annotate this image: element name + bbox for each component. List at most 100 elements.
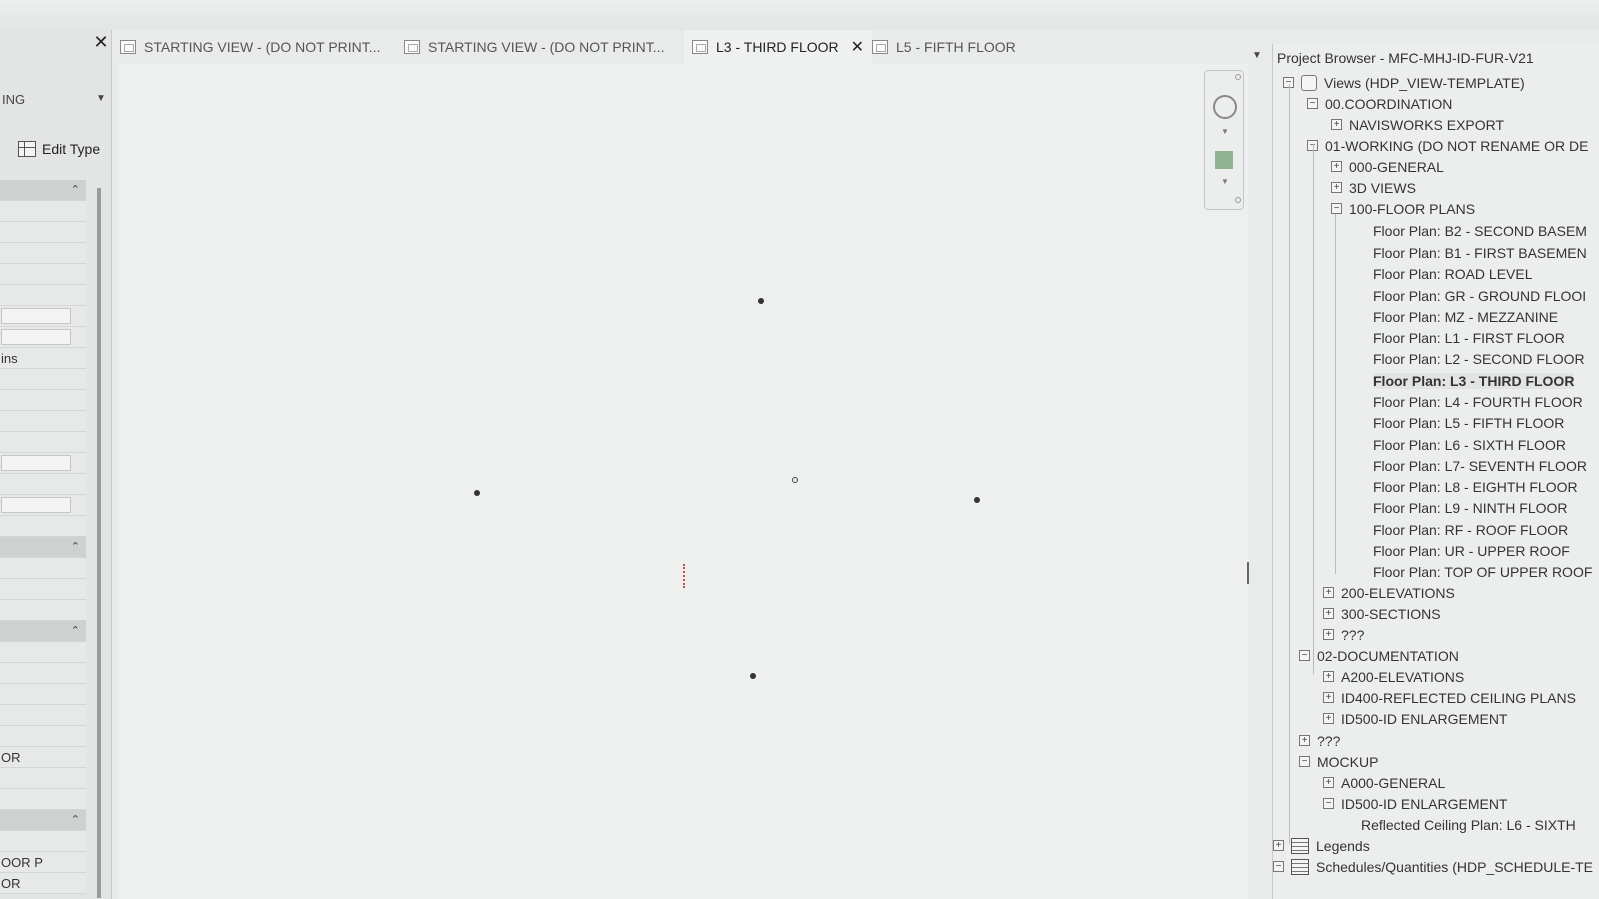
property-row[interactable] [0, 789, 86, 810]
expand-icon[interactable]: + [1323, 777, 1334, 788]
property-row[interactable] [0, 642, 86, 663]
tree-item[interactable]: + ID400-REFLECTED CEILING PLANS [1323, 687, 1576, 708]
property-row[interactable] [0, 495, 86, 516]
expand-icon[interactable]: + [1331, 161, 1342, 172]
property-row[interactable] [0, 516, 86, 537]
property-row[interactable]: OOR P [0, 852, 86, 873]
expand-icon[interactable]: + [1323, 692, 1334, 703]
tree-item[interactable]: Reflected Ceiling Plan: L6 - SIXTH [1361, 814, 1576, 835]
tab-l5-fifth-floor[interactable]: L5 - FIFTH FLOOR [872, 30, 1016, 64]
tree-item[interactable]: − ID500-ID ENLARGEMENT [1323, 793, 1507, 814]
close-icon[interactable]: ✕ [92, 32, 110, 53]
property-row[interactable] [0, 327, 86, 348]
property-row[interactable] [0, 831, 86, 852]
expand-icon[interactable]: + [1273, 840, 1284, 851]
element-marker[interactable] [758, 298, 764, 304]
tree-item[interactable]: − MOCKUP [1299, 751, 1378, 772]
property-row[interactable]: OR [0, 873, 86, 894]
tree-item[interactable]: + A000-GENERAL [1323, 772, 1445, 793]
expand-icon[interactable]: + [1323, 587, 1334, 598]
property-row[interactable] [0, 663, 86, 684]
tree-item[interactable]: Floor Plan: UR - UPPER ROOF [1373, 540, 1570, 561]
tree-item[interactable]: Floor Plan: L8 - EIGHTH FLOOR [1373, 476, 1578, 497]
tab-starting-view-2[interactable]: STARTING VIEW - (DO NOT PRINT... [404, 30, 664, 64]
property-row[interactable] [0, 684, 86, 705]
tree-item[interactable]: Floor Plan: L9 - NINTH FLOOR [1373, 497, 1568, 518]
expand-icon[interactable]: + [1323, 671, 1334, 682]
tree-item[interactable]: − Schedules/Quantities (HDP_SCHEDULE-TE [1273, 856, 1593, 877]
expand-icon[interactable]: + [1331, 119, 1342, 130]
tree-item[interactable]: Floor Plan: B1 - FIRST BASEMEN [1373, 242, 1587, 263]
property-row[interactable] [0, 201, 86, 222]
property-group-header[interactable]: ⌃ [0, 810, 86, 831]
tree-item[interactable]: Floor Plan: RF - ROOF FLOOR [1373, 519, 1568, 540]
expand-icon[interactable]: + [1323, 629, 1334, 640]
collapse-icon[interactable]: ⌃ [71, 621, 80, 641]
tree-item[interactable]: −01-WORKING (DO NOT RENAME OR DE [1307, 135, 1588, 156]
tab-l3-third-floor[interactable]: L3 - THIRD FLOOR ✕ [684, 30, 873, 64]
property-row[interactable]: ins [0, 348, 86, 369]
property-row[interactable] [0, 453, 86, 474]
element-marker[interactable] [750, 673, 756, 679]
tree-item[interactable]: + NAVISWORKS EXPORT [1331, 114, 1504, 135]
property-row[interactable] [0, 600, 86, 621]
properties-scrollbar[interactable] [97, 188, 101, 898]
tree-item[interactable]: Floor Plan: MZ - MEZZANINE [1373, 306, 1558, 327]
collapse-icon[interactable]: − [1299, 650, 1310, 661]
property-row[interactable] [0, 705, 86, 726]
property-row[interactable] [0, 264, 86, 285]
property-value-field[interactable] [1, 455, 71, 471]
property-row[interactable] [0, 558, 86, 579]
tree-item[interactable]: +??? [1299, 730, 1340, 751]
chevron-down-icon[interactable]: ▼ [1221, 127, 1229, 136]
collapse-icon[interactable]: − [1273, 861, 1284, 872]
collapse-icon[interactable]: − [1323, 798, 1334, 809]
collapse-icon[interactable]: − [1331, 203, 1342, 214]
element-marker[interactable] [974, 497, 980, 503]
property-row[interactable] [0, 579, 86, 600]
collapse-icon[interactable]: − [1299, 756, 1310, 767]
chevron-down-icon[interactable]: ▼ [1221, 177, 1229, 186]
property-group-header[interactable]: ⌃ [0, 621, 86, 642]
property-value-field[interactable] [1, 497, 71, 513]
tree-item[interactable]: Floor Plan: L3 - THIRD FLOOR [1373, 370, 1575, 391]
collapse-icon[interactable]: − [1307, 98, 1318, 109]
element-marker[interactable] [474, 490, 480, 496]
tree-item[interactable]: Floor Plan: B2 - SECOND BASEM [1373, 220, 1587, 241]
property-group-header[interactable]: ⌃ [0, 180, 86, 201]
expand-icon[interactable]: + [1323, 608, 1334, 619]
property-row[interactable] [0, 222, 86, 243]
chevron-down-icon[interactable]: ▼ [96, 93, 106, 104]
property-row[interactable] [0, 243, 86, 264]
tree-item[interactable]: +200-ELEVATIONS [1323, 582, 1455, 603]
tree-item[interactable]: + A200-ELEVATIONS [1323, 666, 1464, 687]
close-icon[interactable]: ✕ [851, 37, 864, 57]
tree-item[interactable]: −00.COORDINATION [1307, 93, 1452, 114]
property-value-field[interactable] [1, 308, 71, 324]
steering-wheel-icon[interactable] [1213, 95, 1237, 119]
tab-list-dropdown-icon[interactable]: ▼ [1252, 50, 1262, 61]
property-row[interactable] [0, 411, 86, 432]
tree-item[interactable]: Floor Plan: ROAD LEVEL [1373, 263, 1533, 284]
tree-item[interactable]: Floor Plan: TOP OF UPPER ROOF [1373, 561, 1592, 582]
tree-item[interactable]: +??? [1323, 624, 1364, 645]
tree-item[interactable]: Floor Plan: L7- SEVENTH FLOOR [1373, 455, 1587, 476]
property-group-header[interactable]: ⌃ [0, 537, 86, 558]
tree-item[interactable]: + Legends [1273, 835, 1370, 856]
tree-item[interactable]: Floor Plan: GR - GROUND FLOOI [1373, 285, 1586, 306]
tree-item[interactable]: Floor Plan: L2 - SECOND FLOOR [1373, 348, 1585, 369]
property-row[interactable] [0, 369, 86, 390]
collapse-icon[interactable]: ⌃ [71, 180, 80, 200]
tree-item[interactable]: +3D VIEWS [1331, 177, 1416, 198]
zoom-icon[interactable] [1215, 151, 1233, 169]
expand-icon[interactable]: + [1299, 735, 1310, 746]
property-row[interactable]: OR [0, 747, 86, 768]
tree-item[interactable]: Floor Plan: L1 - FIRST FLOOR [1373, 327, 1565, 348]
property-row[interactable] [0, 474, 86, 495]
property-row[interactable] [0, 726, 86, 747]
collapse-icon[interactable]: ⌃ [71, 810, 80, 830]
tree-item[interactable]: −02-DOCUMENTATION [1299, 645, 1459, 666]
property-row[interactable] [0, 390, 86, 411]
tree-item[interactable]: +300-SECTIONS [1323, 603, 1441, 624]
expand-icon[interactable]: + [1323, 713, 1334, 724]
